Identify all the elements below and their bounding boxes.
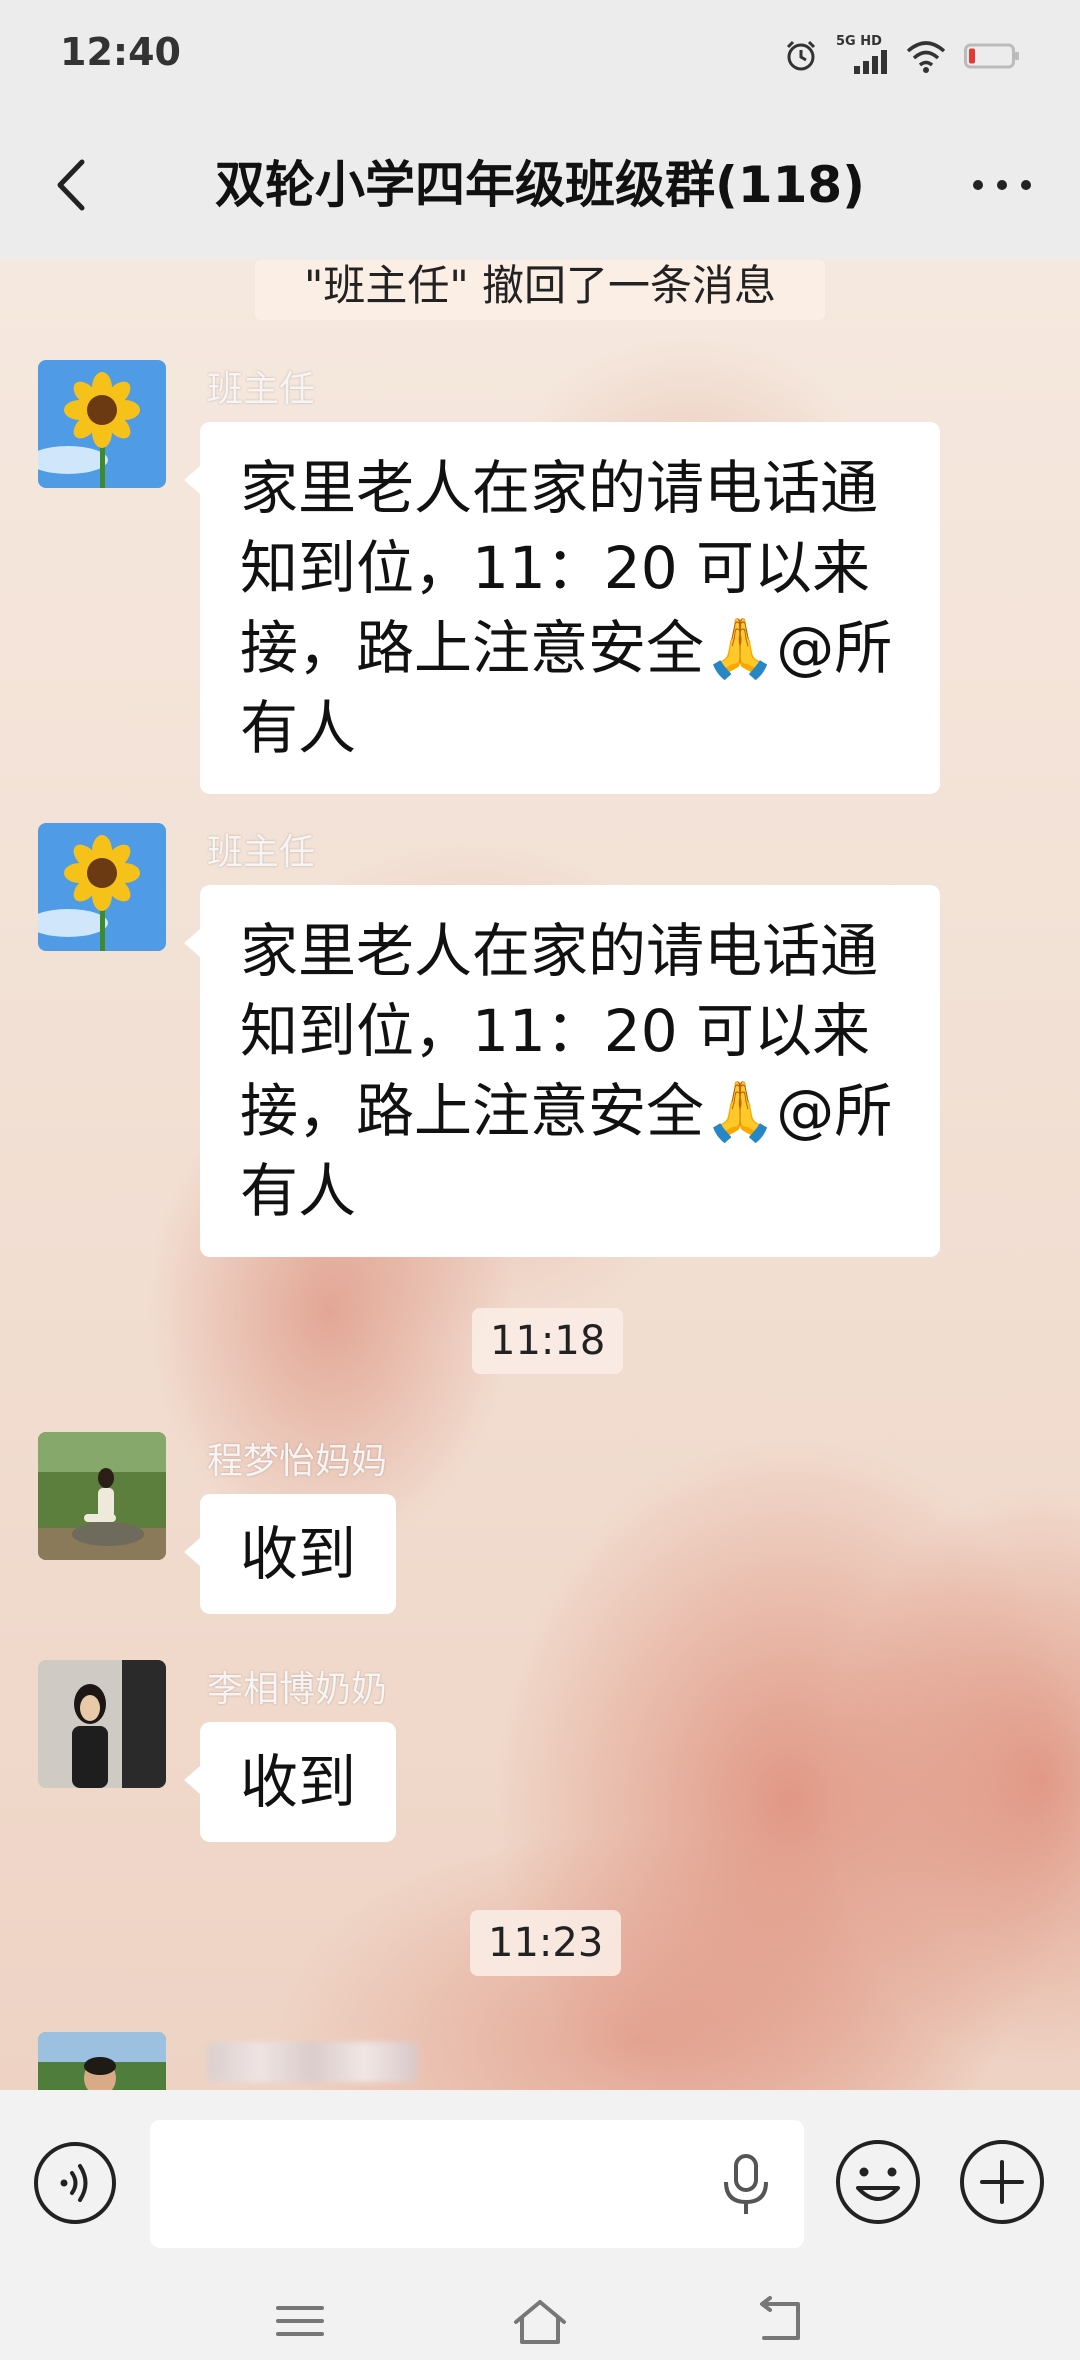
message-bubble[interactable]: 家里老人在家的请电话通 知到位，11：20 可以来 接，路上注意安全🙏@所 有人	[184, 885, 940, 1257]
home-icon[interactable]	[510, 2296, 570, 2346]
input-bar	[0, 2090, 1080, 2270]
back-nav-icon[interactable]	[750, 2296, 810, 2346]
page-title: 双轮小学四年级班级群(118)	[214, 156, 866, 214]
photo-avatar[interactable]	[38, 2032, 166, 2090]
message-input[interactable]	[150, 2120, 804, 2248]
sender-name: 班主任	[207, 369, 316, 410]
sender-name: 班主任	[207, 832, 316, 873]
message-text: 收到	[240, 1520, 357, 1588]
message-bubble[interactable]: 收到	[183, 1722, 397, 1842]
photo-avatar[interactable]	[38, 1660, 166, 1788]
status-time: 12:40	[60, 30, 181, 74]
message-line: 知到位，11：20 可以来	[240, 997, 871, 1065]
message-line: 家里老人在家的请电话通	[240, 454, 879, 522]
sender-name: 程梦怡妈妈	[207, 1441, 388, 1482]
sunflower-avatar[interactable]	[38, 360, 166, 488]
chat-area[interactable]: "班主任" 撤回了一条消息 班主任 家里老人在家的请电话通 知到位，11：20 …	[0, 260, 1080, 2090]
message-line: 有人	[240, 694, 357, 762]
timestamp: 11:18	[472, 1308, 624, 1374]
system-nav-bar	[0, 2270, 1080, 2360]
message-line: 家里老人在家的请电话通	[240, 917, 879, 985]
voice-icon[interactable]	[32, 2140, 118, 2226]
message-line: 接，路上注意安全🙏@所	[240, 1077, 893, 1145]
recall-notice: "班主任" 撤回了一条消息	[255, 260, 825, 320]
sunflower-avatar[interactable]	[38, 823, 166, 951]
menu-icon[interactable]	[270, 2296, 330, 2346]
message-line: 知到位，11：20 可以来	[240, 534, 871, 602]
message-text: 收到	[240, 1748, 357, 1816]
plus-icon[interactable]	[958, 2138, 1046, 2226]
message-bubble[interactable]: 收到	[183, 1494, 397, 1614]
message-line: 接，路上注意安全🙏@所	[240, 614, 893, 682]
emoji-icon[interactable]	[834, 2138, 922, 2226]
message-line: 有人	[240, 1157, 357, 1225]
photo-avatar[interactable]	[38, 1432, 166, 1560]
status-bar: 12:40 5G HD	[0, 0, 1080, 110]
message-bubble[interactable]: 家里老人在家的请电话通 知到位，11：20 可以来 接，路上注意安全🙏@所 有人	[184, 422, 940, 794]
wifi-icon	[906, 41, 946, 73]
battery-icon	[964, 43, 1019, 69]
back-arrow-icon[interactable]	[40, 150, 110, 220]
microphone-icon[interactable]	[718, 2152, 774, 2218]
alarm-icon	[786, 40, 816, 71]
blurred-sender-name	[207, 2042, 417, 2082]
status-icons: 5G HD	[784, 34, 1020, 76]
title-bar: 双轮小学四年级班级群(118)	[0, 110, 1080, 260]
timestamp: 11:23	[470, 1910, 622, 1976]
signal-icon: 5G HD	[836, 34, 888, 76]
sender-name: 李相博奶奶	[207, 1669, 388, 1710]
more-options-icon[interactable]	[962, 150, 1042, 220]
